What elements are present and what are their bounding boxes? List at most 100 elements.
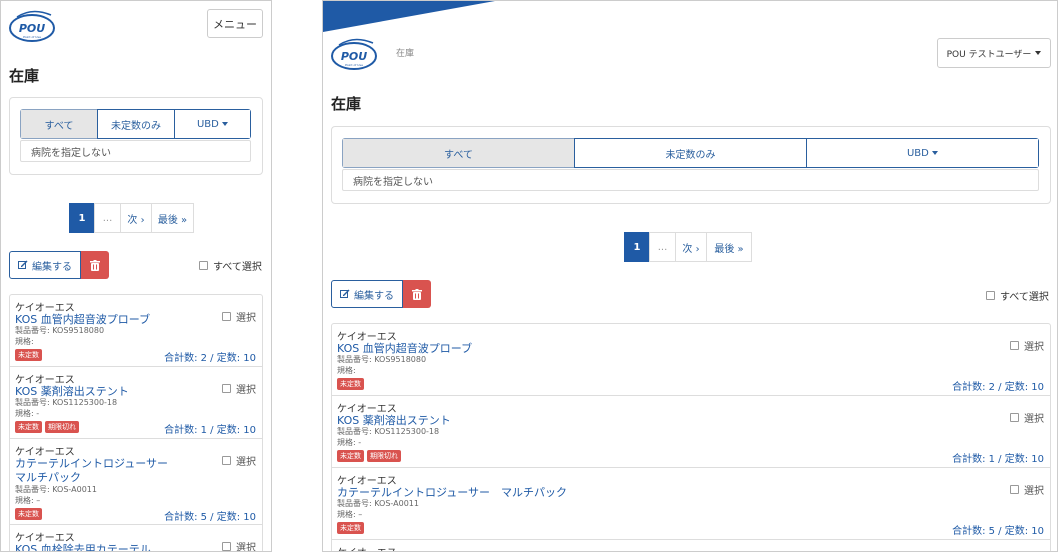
filter-all-button[interactable]: すべて [20, 109, 98, 139]
item-select[interactable]: 選択 [1010, 482, 1044, 497]
item-product-number: 製品番号: KOS-A0011 [15, 485, 97, 494]
item-total: 合計数: 2 / 定数: 10 [952, 382, 1044, 393]
desktop-view: POU Point of Use 在庫 POU テストユーザー 在庫 すべて 未… [322, 0, 1058, 552]
checkbox[interactable] [1010, 413, 1019, 422]
checkbox[interactable] [986, 291, 995, 300]
screenshot-stage: POU Point of Use メニュー 在庫 すべて 未定数のみ UBD 病… [0, 0, 1058, 552]
checkbox[interactable] [222, 542, 231, 551]
delete-button[interactable] [403, 280, 431, 308]
checkbox[interactable] [199, 261, 208, 270]
page-last[interactable]: 最後 » [151, 203, 194, 233]
filter-ubd-button[interactable]: UBD [806, 138, 1039, 168]
item-spec: 規格: - [15, 409, 40, 418]
page-1[interactable]: 1 [69, 203, 95, 233]
item-badges: 未定数 [15, 349, 42, 361]
item-spec: 規格: - [337, 438, 362, 447]
logo-subtext: Point of Use [23, 35, 41, 39]
user-label: POU テストユーザー [946, 49, 1032, 60]
list-item[interactable]: ケイオーエス カテーテルイントロジューサー マルチパック 製品番号: KOS-A… [10, 439, 262, 525]
page-title: 在庫 [331, 95, 362, 113]
item-product-number: 製品番号: KOS9518080 [337, 355, 427, 364]
select-all-label: すべて選択 [213, 262, 262, 273]
edit-button[interactable]: 編集する [9, 251, 81, 279]
list-item[interactable]: ケイオーエス KOS 薬剤溶出ステント 製品番号: KOS1125300-18 … [332, 396, 1050, 468]
item-badges: 未定数 [15, 508, 42, 520]
filter-all-button[interactable]: すべて [342, 138, 575, 168]
pou-logo: POU Point of Use [9, 10, 55, 42]
checkbox[interactable] [222, 312, 231, 321]
list-item[interactable]: ケイオーエス KOS 血管内超音波プローブ 製品番号: KOS9518080 規… [10, 295, 262, 367]
caret-down-icon [1035, 51, 1042, 55]
item-maker: ケイオーエス [337, 544, 397, 551]
filter-ubd-button[interactable]: UBD [174, 109, 251, 139]
hospital-selector[interactable]: 病院を指定しない [20, 140, 251, 162]
page-next[interactable]: 次 › [675, 232, 707, 262]
page-next[interactable]: 次 › [120, 203, 152, 233]
item-spec: 規格: [15, 337, 34, 346]
user-menu-button[interactable]: POU テストユーザー [937, 38, 1051, 68]
item-select-label: 選択 [236, 313, 256, 324]
hospital-selector[interactable]: 病院を指定しない [342, 169, 1039, 191]
item-total: 合計数: 5 / 定数: 10 [164, 512, 256, 523]
checkbox[interactable] [1010, 485, 1019, 494]
logo-text: POU [341, 50, 367, 63]
list-item[interactable]: ケイオーエス KOS 血管内超音波プローブ 製品番号: KOS9518080 規… [332, 324, 1050, 396]
filter-undetermined-button[interactable]: 未定数のみ [574, 138, 807, 168]
menu-button[interactable]: メニュー [207, 9, 263, 38]
item-select[interactable]: 選択 [222, 453, 256, 468]
inventory-list: ケイオーエス KOS 血管内超音波プローブ 製品番号: KOS9518080 規… [9, 294, 263, 551]
breadcrumb[interactable]: 在庫 [396, 46, 414, 59]
item-badges: 未定数 期限切れ [337, 450, 401, 462]
delete-button[interactable] [81, 251, 109, 279]
checkbox[interactable] [1010, 341, 1019, 350]
item-select[interactable]: 選択 [1010, 410, 1044, 425]
page-1[interactable]: 1 [624, 232, 650, 262]
checkbox[interactable] [222, 384, 231, 393]
checkbox[interactable] [222, 456, 231, 465]
item-name-line2[interactable]: マルチパック [15, 469, 81, 485]
item-select[interactable]: 選択 [222, 309, 256, 324]
filter-segmented-control: すべて 未定数のみ UBD [20, 109, 251, 139]
edit-label: 編集する [32, 261, 72, 273]
caret-down-icon [932, 151, 939, 155]
item-select[interactable]: 選択 [222, 539, 256, 551]
list-item[interactable]: ケイオーエス カテーテルイントロジューサー マルチパック 製品番号: KOS-A… [332, 468, 1050, 540]
item-badges: 未定数 [337, 378, 364, 390]
item-select[interactable]: 選択 [222, 381, 256, 396]
ubd-label: UBD [906, 147, 929, 159]
select-all-checkbox[interactable]: すべて選択 [986, 288, 1049, 303]
list-item[interactable]: ケイオーエス [332, 540, 1050, 551]
select-all-checkbox[interactable]: すべて選択 [199, 258, 262, 273]
inventory-list: ケイオーエス KOS 血管内超音波プローブ 製品番号: KOS9518080 規… [331, 323, 1051, 551]
item-spec: 規格: – [337, 510, 363, 519]
list-item[interactable]: ケイオーエス KOS 血栓除去用カテーテル 選択 [10, 525, 262, 551]
pagination: 1 ... 次 › 最後 » [624, 232, 752, 262]
page-ellipsis: ... [649, 232, 676, 262]
list-item[interactable]: ケイオーエス KOS 薬剤溶出ステント 製品番号: KOS1125300-18 … [10, 367, 262, 439]
item-select-label: 選択 [236, 457, 256, 468]
item-badges: 未定数 期限切れ [15, 421, 79, 433]
status-badge: 未定数 [15, 421, 42, 433]
item-select-label: 選択 [1024, 486, 1044, 497]
page-last[interactable]: 最後 » [706, 232, 752, 262]
item-select-label: 選択 [236, 385, 256, 396]
status-badge: 期限切れ [45, 421, 79, 433]
ubd-label: UBD [196, 118, 219, 130]
item-product-number: 製品番号: KOS-A0011 [337, 499, 419, 508]
status-badge: 未定数 [15, 349, 42, 361]
page-ellipsis: ... [94, 203, 121, 233]
item-product-number: 製品番号: KOS9518080 [15, 326, 105, 335]
item-select[interactable]: 選択 [1010, 338, 1044, 353]
status-badge: 未定数 [337, 378, 364, 390]
edit-button[interactable]: 編集する [331, 280, 403, 308]
item-total: 合計数: 1 / 定数: 10 [164, 425, 256, 436]
item-name[interactable]: KOS 血栓除去用カテーテル [15, 541, 151, 551]
trash-icon [90, 259, 100, 271]
edit-label: 編集する [354, 290, 394, 302]
filter-undetermined-button[interactable]: 未定数のみ [97, 109, 175, 139]
item-select-label: 選択 [1024, 414, 1044, 425]
status-badge: 未定数 [337, 522, 364, 534]
item-total: 合計数: 5 / 定数: 10 [952, 526, 1044, 537]
select-all-label: すべて選択 [1000, 292, 1049, 303]
mobile-view: POU Point of Use メニュー 在庫 すべて 未定数のみ UBD 病… [0, 0, 272, 552]
